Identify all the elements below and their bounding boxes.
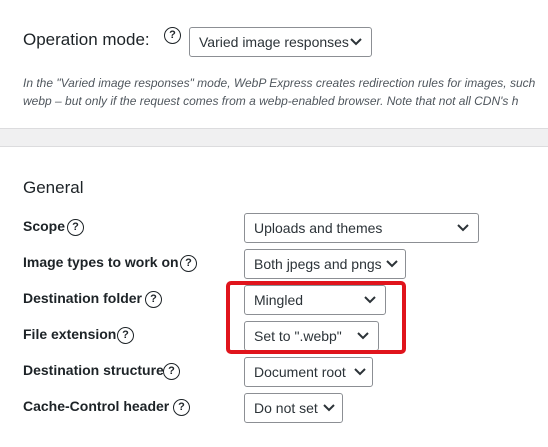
general-section-title: General [23,178,84,197]
help-icon[interactable]: ? [67,219,84,236]
image-types-value: Both jpegs and pngs [254,256,382,272]
scope-value: Uploads and themes [254,220,383,236]
destination-structure-label: Destination structure [23,362,164,378]
cache-control-label: Cache-Control header [23,398,170,414]
help-icon[interactable]: ? [164,27,181,44]
chevron-down-icon [457,224,469,232]
chevron-down-icon [350,38,362,46]
operation-mode-description: In the "Varied image responses" mode, We… [23,74,548,110]
scope-select[interactable]: Uploads and themes [244,213,479,243]
file-extension-label: File extension [23,326,117,342]
image-types-select[interactable]: Both jpegs and pngs [244,249,406,279]
scope-label: Scope [23,218,66,234]
help-icon[interactable]: ? [145,291,162,308]
description-line-2: webp – but only if the request comes fro… [23,94,519,108]
help-icon[interactable]: ? [117,327,134,344]
destination-folder-label: Destination folder [23,290,143,306]
chevron-down-icon [323,404,335,412]
cache-control-select[interactable]: Do not set [244,393,343,423]
highlight-box [226,281,406,354]
destination-structure-value: Document root [254,364,346,380]
destination-structure-select[interactable]: Document root [244,357,373,387]
image-types-label: Image types to work on [23,254,179,270]
help-icon[interactable]: ? [180,255,197,272]
cache-control-value: Do not set [254,400,318,416]
help-icon[interactable]: ? [163,363,180,380]
chevron-down-icon [354,368,366,376]
operation-mode-value: Varied image responses [199,34,349,50]
operation-mode-select[interactable]: Varied image responses [189,27,372,57]
operation-mode-label: Operation mode: [23,30,150,49]
description-line-1: In the "Varied image responses" mode, We… [23,76,536,90]
chevron-down-icon [386,260,398,268]
help-icon[interactable]: ? [173,399,190,416]
